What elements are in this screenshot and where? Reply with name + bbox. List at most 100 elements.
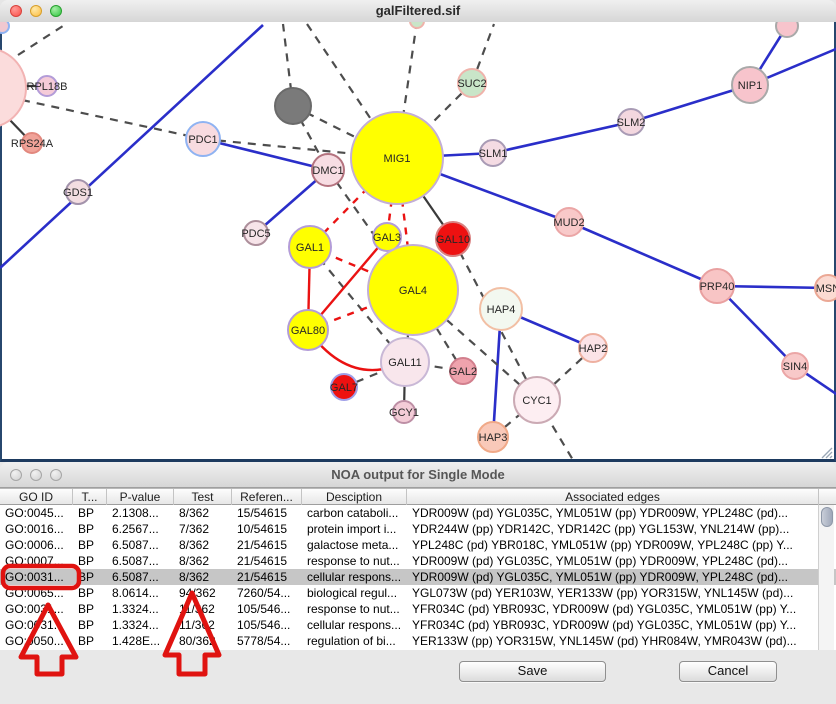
table-cell: 1.3324... xyxy=(107,617,174,633)
table-cell: 15/54615 xyxy=(232,505,302,521)
save-button[interactable]: Save xyxy=(459,661,606,682)
window-title: galFiltered.sif xyxy=(0,0,836,22)
edge-d xyxy=(18,24,66,55)
table-row[interactable]: GO:0006...BP6.5087...8/36221/54615galact… xyxy=(0,537,836,553)
table-cell: 105/546... xyxy=(232,617,302,633)
table-cell: protein import i... xyxy=(302,521,407,537)
table-header: GO IDT...P-valueTestReferen...Desciption… xyxy=(0,488,836,505)
table-cell: YDR009W (pd) YGL035C, YML051W (pp) YDR00… xyxy=(407,505,819,521)
table-header-cell[interactable]: P-value xyxy=(107,489,174,505)
node-label: HAP3 xyxy=(479,432,508,444)
table-cell: BP xyxy=(73,537,107,553)
table-cell: 6.5087... xyxy=(107,569,174,585)
node-label: GCY1 xyxy=(389,407,419,419)
table-cell: 10/54615 xyxy=(232,521,302,537)
table-header-cell[interactable]: Desciption xyxy=(302,489,407,505)
button-panel: Save Cancel xyxy=(0,650,836,704)
table-cell: 8/362 xyxy=(174,553,232,569)
table-cell: 21/54615 xyxy=(232,569,302,585)
resize-grip[interactable] xyxy=(819,445,833,459)
table-cell: BP xyxy=(73,633,107,649)
table-cell: 6.5087... xyxy=(107,553,174,569)
table-cell: YDR009W (pd) YGL035C, YML051W (pp) YDR00… xyxy=(407,569,819,585)
table-header-cell[interactable]: Associated edges xyxy=(407,489,819,505)
vertical-scrollbar[interactable] xyxy=(818,505,834,650)
table-cell: BP xyxy=(73,617,107,633)
table-row[interactable]: GO:0031...BP6.5087...8/36221/54615cellul… xyxy=(0,569,836,585)
node-label: HAP2 xyxy=(579,343,608,355)
table-row[interactable]: GO:0031...BP1.3324...11/362105/546...res… xyxy=(0,601,836,617)
table-cell: YER133W (pp) YOR315W, YNL145W (pd) YHR08… xyxy=(407,633,819,649)
network-canvas[interactable]: RPL18BRPS24AGDS1PDC1DMC1MIG1PDC5SUC2SLM1… xyxy=(0,22,836,462)
node-label: CYC1 xyxy=(522,395,551,407)
node-label: DMC1 xyxy=(312,165,343,177)
table-cell: carbon cataboli... xyxy=(302,505,407,521)
table-header-cell[interactable]: Referen... xyxy=(232,489,302,505)
table-cell: GO:0031... xyxy=(0,601,73,617)
node-label: SIN4 xyxy=(783,361,807,373)
table-cell: GO:0050... xyxy=(0,633,73,649)
table-row[interactable]: GO:0045...BP2.1308...8/36215/54615carbon… xyxy=(0,505,836,521)
table-cell: 2.1308... xyxy=(107,505,174,521)
edge-b xyxy=(493,122,631,153)
node-gray[interactable] xyxy=(275,88,311,124)
table-cell: BP xyxy=(73,553,107,569)
table-cell: BP xyxy=(73,505,107,521)
table-cell: regulation of bi... xyxy=(302,633,407,649)
table-cell: BP xyxy=(73,569,107,585)
node-label: NIP1 xyxy=(738,80,762,92)
table-cell: response to nut... xyxy=(302,601,407,617)
node-label: MSN xyxy=(816,283,836,295)
table-cell: 5778/54... xyxy=(232,633,302,649)
node-corner[interactable] xyxy=(0,22,9,33)
table-cell: 7260/54... xyxy=(232,585,302,601)
node-label: HAP4 xyxy=(487,304,516,316)
table-cell: GO:0045... xyxy=(0,505,73,521)
node-label: MUD2 xyxy=(553,217,584,229)
table-cell: GO:0031... xyxy=(0,569,73,585)
network-window: galFiltered.sif RPL18BRPS24AGDS1PDC1DMC1… xyxy=(0,0,836,462)
table-cell: 8/362 xyxy=(174,505,232,521)
scrollbar-thumb[interactable] xyxy=(821,507,833,527)
table-cell: 6.2567... xyxy=(107,521,174,537)
edge-b xyxy=(203,139,328,170)
noa-output-window: NOA output for Single Mode GO IDT...P-va… xyxy=(0,462,836,704)
table-header-cell[interactable]: Test xyxy=(174,489,232,505)
table-header-cell[interactable]: T... xyxy=(73,489,107,505)
table-cell: cellular respons... xyxy=(302,617,407,633)
table-cell: 7/362 xyxy=(174,521,232,537)
table-cell: GO:0065... xyxy=(0,585,73,601)
table-cell: 80/362 xyxy=(174,633,232,649)
table-cell: response to nut... xyxy=(302,553,407,569)
table-cell: GO:0016... xyxy=(0,521,73,537)
table-cell: 1.3324... xyxy=(107,601,174,617)
node-top-green[interactable] xyxy=(410,22,424,28)
node-label: PDC5 xyxy=(241,228,270,240)
table-row[interactable]: GO:0031...BP1.3324...11/362105/546...cel… xyxy=(0,617,836,633)
table-cell: cellular respons... xyxy=(302,569,407,585)
node-label: SUC2 xyxy=(457,78,486,90)
node-top-right-pink[interactable] xyxy=(776,22,798,37)
noa-window-titlebar[interactable]: NOA output for Single Mode xyxy=(0,462,836,488)
edge-b xyxy=(569,222,717,286)
table-cell: 21/54615 xyxy=(232,553,302,569)
table-row[interactable]: GO:0065...BP8.0614...94/3627260/54...bio… xyxy=(0,585,836,601)
table-cell: 11/362 xyxy=(174,617,232,633)
table-cell: galactose meta... xyxy=(302,537,407,553)
table-cell: YFR034C (pd) YBR093C, YDR009W (pd) YGL03… xyxy=(407,601,819,617)
table-row[interactable]: GO:0050...BP1.428E...80/3625778/54...reg… xyxy=(0,633,836,649)
node-label: GAL80 xyxy=(291,325,325,337)
node-big-left[interactable] xyxy=(0,48,26,128)
cancel-button[interactable]: Cancel xyxy=(679,661,777,682)
table-row[interactable]: GO:0007...BP6.5087...8/36221/54615respon… xyxy=(0,553,836,569)
node-label: GAL3 xyxy=(373,232,401,244)
node-label: RPL18B xyxy=(27,81,68,93)
node-label: MIG1 xyxy=(384,153,411,165)
table-cell: BP xyxy=(73,585,107,601)
table-cell: YDR244W (pp) YDR142C, YDR142C (pp) YGL15… xyxy=(407,521,819,537)
network-window-titlebar[interactable]: galFiltered.sif xyxy=(0,0,836,23)
node-label: GAL2 xyxy=(449,366,477,378)
noa-window-title: NOA output for Single Mode xyxy=(0,462,836,487)
table-header-cell[interactable]: GO ID xyxy=(0,489,73,505)
table-row[interactable]: GO:0016...BP6.2567...7/36210/54615protei… xyxy=(0,521,836,537)
